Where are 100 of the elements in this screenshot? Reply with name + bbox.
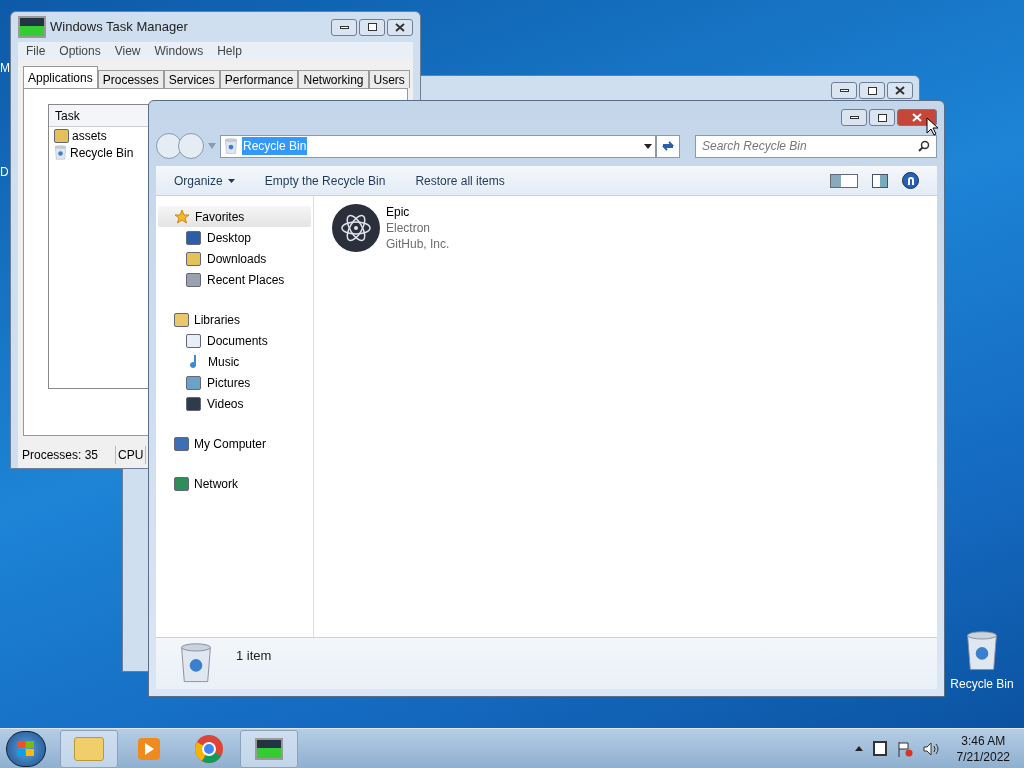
maximize-button[interactable] [869,109,895,126]
desktop-icon-label[interactable]: Recycle Bin [950,675,1014,694]
star-icon [174,208,190,225]
toolbar-button[interactable]: Restore all items [415,171,505,190]
navigation-label: Libraries [194,311,241,329]
clock-date: 7/21/2022 [956,748,1010,765]
menu-item[interactable]: Help [217,42,242,60]
navigation-label: Pictures [207,374,251,392]
status-text: CPU [116,446,147,464]
refresh-button[interactable] [656,134,680,158]
navigation-item[interactable]: Downloads [158,248,311,269]
menu-item[interactable]: Windows [154,42,204,60]
flag-icon[interactable] [896,740,913,757]
monitor-icon [18,16,46,38]
tab[interactable]: Applications [23,66,98,88]
navigation-item[interactable]: Music [158,351,311,372]
tab[interactable]: Processes [97,70,164,88]
navigation-label: Documents [207,332,268,350]
menu-item[interactable]: Options [59,42,101,60]
dropdown-arrow-icon [208,143,216,149]
navigation-item[interactable]: Pictures [158,372,311,393]
search-icon [918,140,930,152]
browser-icon [194,733,224,764]
window-title: Windows Task Manager [50,18,188,37]
navigation-group[interactable]: Network [158,473,311,494]
toolbar-button[interactable]: Empty the Recycle Bin [264,171,386,190]
maximize-button[interactable] [359,18,385,36]
caret-icon [227,178,235,183]
menu-item[interactable]: View [114,42,141,60]
cursor-icon [926,117,938,136]
minimize-icon [849,116,859,119]
maximize-button[interactable] [859,82,885,99]
navigation-group[interactable]: Favorites [158,206,311,227]
minimize-button[interactable] [841,109,867,126]
file-detail: GitHub, Inc. [386,236,450,252]
close-icon [395,22,405,32]
navigation-label: Music [208,353,240,371]
clock[interactable]: 3:46 AM 7/21/2022 [956,732,1010,765]
play-icon [138,737,160,760]
monitor-icon [255,737,283,760]
navigation-group[interactable]: My Computer [158,433,311,454]
close-button[interactable] [887,82,913,99]
toolbar-button[interactable]: Organize [174,171,235,190]
recycle-bin-icon [54,145,67,160]
navigation-item[interactable]: Recent Places [158,269,311,290]
dropdown-arrow-icon [644,143,652,149]
navigation-label: My Computer [194,435,267,453]
navigation-label: Favorites [195,208,245,226]
folder-icon [186,251,201,266]
refresh-icon [661,140,675,152]
folder-icon [74,736,104,761]
recycle-bin-icon [224,137,238,155]
search-field[interactable]: Search Recycle Bin [695,134,937,158]
item-count: 1 item [236,647,272,665]
speaker-icon[interactable] [922,741,939,756]
navigation-label: Videos [207,395,244,413]
preview-pane-icon[interactable] [872,173,888,188]
minimize-button[interactable] [831,82,857,99]
recycle-bin-icon [178,642,214,684]
close-button[interactable] [897,109,937,126]
search-input[interactable]: Search Recycle Bin [702,137,918,155]
navigation-label: Desktop [207,229,252,247]
desktop-icon-label: M [0,60,10,77]
navigation-item[interactable]: Videos [158,393,311,414]
recycle-bin-icon [964,630,1000,672]
address-text: Recycle Bin [242,137,308,155]
windows-logo-icon [17,740,35,757]
navigation-label: Network [194,475,238,493]
file-name[interactable]: Epic [386,204,450,220]
task-row[interactable]: Recycle Bin [70,143,134,162]
status-text: Processes: 35 [20,446,116,464]
close-button[interactable] [387,18,413,36]
maximize-icon [867,86,877,95]
navigation-group[interactable]: Libraries [158,309,311,330]
tab[interactable]: Networking [298,70,369,88]
maximize-icon [367,23,377,31]
file-detail: Electron [386,220,432,236]
tab[interactable]: Performance [219,70,299,88]
minimize-icon [839,89,849,92]
column-header[interactable]: Task [55,106,80,125]
minimize-icon [339,25,349,29]
navigation-label: Recent Places [207,271,285,289]
navigation-item[interactable]: Documents [158,330,311,351]
navigation-label: Downloads [207,250,267,268]
minimize-button[interactable] [331,18,357,36]
taskbar-button[interactable] [240,729,298,768]
close-icon [895,86,905,95]
view-options-icon[interactable] [830,173,858,188]
task-row[interactable]: assets [72,126,107,145]
desktop-icon-label: D [0,164,9,181]
atom-icon [332,204,380,252]
start-button[interactable] [6,730,46,767]
close-icon [912,113,922,122]
clock-time: 3:46 AM [961,732,1006,749]
show-hidden-icons-icon[interactable] [854,746,863,751]
menu-item[interactable]: File [26,42,46,60]
navigation-item[interactable]: Desktop [158,227,311,248]
tab[interactable]: Users [368,70,410,88]
maximize-icon [877,113,887,122]
tab[interactable]: Services [163,70,220,88]
